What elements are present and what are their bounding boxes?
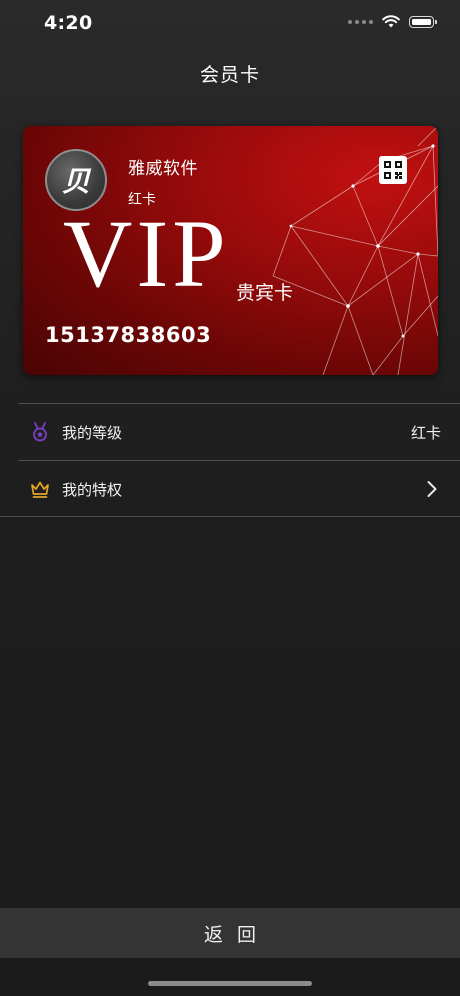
battery-icon — [409, 15, 437, 28]
status-time: 4:20 — [44, 12, 93, 34]
menu-item-privileges[interactable]: 我的特权 — [0, 461, 460, 517]
status-icons — [348, 15, 437, 28]
vip-card: 贝 雅威软件 红卡 VIP 贵宾卡 15137838603 — [23, 126, 438, 375]
menu-item-label: 我的等级 — [62, 424, 123, 442]
return-label: 返回 — [203, 923, 270, 946]
page-title: 会员卡 — [199, 64, 260, 86]
card-company-name: 雅威软件 — [128, 159, 198, 179]
divider — [0, 516, 460, 517]
status-bar: 4:20 — [0, 0, 460, 50]
card-vip-subtitle: 贵宾卡 — [236, 282, 294, 304]
qr-code-icon[interactable] — [379, 156, 407, 184]
menu-item-level[interactable]: 我的等级 红卡 — [0, 404, 460, 460]
card-vip-text: VIP — [63, 200, 230, 307]
wifi-icon — [382, 15, 400, 28]
chevron-right-icon[interactable] — [426, 480, 438, 498]
home-indicator — [148, 981, 312, 986]
medal-icon — [33, 422, 47, 442]
card-number: 15137838603 — [45, 323, 212, 347]
crown-icon — [31, 481, 49, 498]
return-button[interactable]: 返回 — [0, 908, 460, 958]
menu-item-label: 我的特权 — [62, 481, 123, 499]
menu-item-value: 红卡 — [410, 424, 441, 442]
signal-icon — [348, 19, 373, 24]
